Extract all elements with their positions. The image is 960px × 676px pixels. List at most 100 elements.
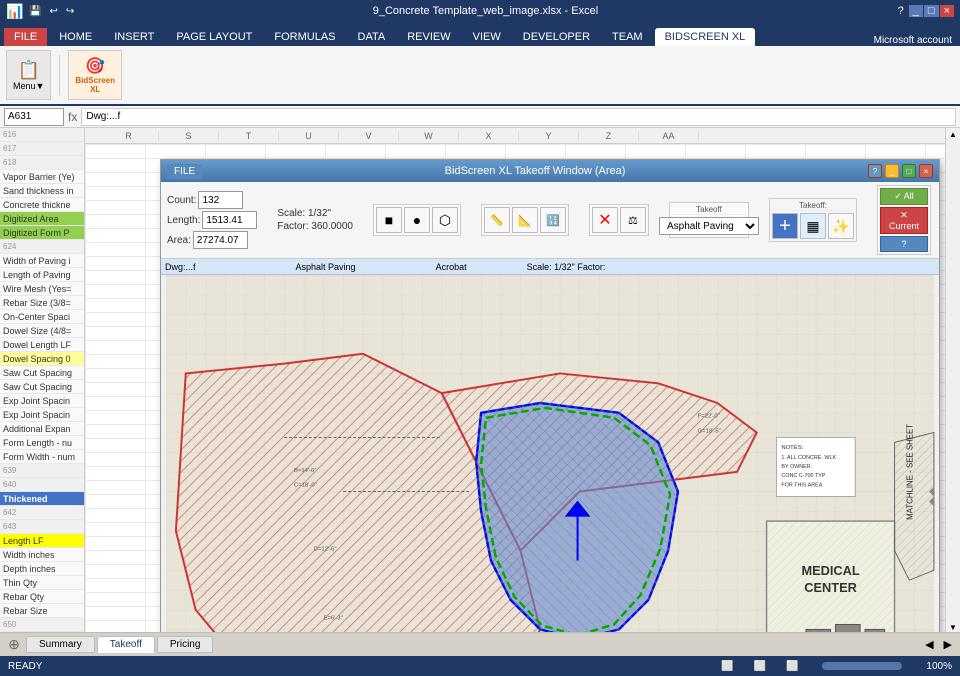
scale-set-btn[interactable]: ⚖: [620, 207, 646, 233]
tab-team[interactable]: TEAM: [602, 28, 653, 46]
view-layout-btn[interactable]: ⬜: [754, 661, 766, 672]
tab-summary[interactable]: Summary: [26, 636, 95, 653]
bs-title-text: BidScreen XL Takeoff Window (Area): [445, 165, 626, 177]
svg-text:MATCHLINE - SEE SHEET: MATCHLINE - SEE SHEET: [905, 424, 914, 520]
area-label: Area:: [167, 235, 191, 246]
right-scroll-panel[interactable]: ▲ ▼: [945, 128, 960, 632]
svg-text:CONC C-700 TYP: CONC C-700 TYP: [781, 473, 825, 479]
circle-icon-btn[interactable]: ●: [404, 207, 430, 233]
scale-tools: ✕ ⚖: [589, 204, 649, 236]
svg-text:FOR THIS AREA: FOR THIS AREA: [781, 483, 822, 489]
tab-bidscreen[interactable]: BIDSCREEN XL: [655, 28, 756, 46]
factor-info: Factor: 360.0000: [277, 221, 353, 232]
tab-pricing[interactable]: Pricing: [157, 636, 214, 653]
quick-access-undo[interactable]: ↩: [46, 6, 60, 17]
svg-text:MEDICAL: MEDICAL: [801, 563, 859, 578]
view-page-btn[interactable]: ⬜: [786, 661, 798, 672]
tab-home[interactable]: HOME: [49, 28, 102, 46]
zoom-pct: 100%: [926, 661, 952, 672]
manage-label: Menu▼: [13, 81, 44, 91]
length-label: Length:: [167, 215, 200, 226]
count-label: Count:: [167, 195, 196, 206]
tab-file[interactable]: FILE: [4, 28, 47, 46]
polygon-icon-btn[interactable]: ⬡: [432, 207, 458, 233]
scale-x-btn[interactable]: ✕: [592, 207, 618, 233]
close-button[interactable]: ×: [940, 5, 954, 17]
sheet-nav-left[interactable]: ◀: [921, 638, 937, 651]
scroll-down-btn[interactable]: ▼: [949, 623, 957, 632]
length-input[interactable]: [202, 211, 257, 229]
excel-toolbar: 📋 Menu▼ 🎯 BidScreen XL: [0, 46, 960, 106]
takeoff-help-btn[interactable]: ?: [880, 236, 928, 252]
svg-text:G=18'-5": G=18'-5": [698, 429, 721, 435]
tab-page-layout[interactable]: PAGE LAYOUT: [166, 28, 262, 46]
blueprint-svg: MEDICAL CENTER SIDE SHEET C-501 MAT: [161, 275, 939, 632]
account-label: Microsoft account: [866, 35, 960, 46]
svg-text:1. ALL CONCRE. WLK: 1. ALL CONCRE. WLK: [781, 455, 836, 461]
svg-text:C=18'-0": C=18'-0": [294, 483, 317, 489]
takeoff-actions: Takeoff: + ▦ ✨: [769, 198, 857, 242]
name-box[interactable]: A631: [4, 108, 64, 126]
svg-text:F=22'-0": F=22'-0": [698, 414, 720, 420]
scale-factor-info: Scale: 1/32" Factor:: [527, 262, 606, 272]
bs-file-menu[interactable]: FILE: [167, 164, 202, 179]
tab-data[interactable]: DATA: [348, 28, 396, 46]
view-normal-btn[interactable]: ⬜: [721, 661, 733, 672]
formula-icon: fx: [68, 110, 77, 124]
material-dropdown[interactable]: Asphalt Paving: [659, 217, 759, 235]
takeoff-section-label: Takeoff:: [772, 201, 854, 211]
ready-status: READY: [8, 661, 42, 672]
maximize-button[interactable]: □: [924, 5, 939, 17]
takeoff-magic-btn[interactable]: ✨: [828, 213, 854, 239]
svg-text:CENTER: CENTER: [804, 580, 857, 595]
quick-access-save[interactable]: 💾: [26, 6, 44, 17]
bs-maximize-btn[interactable]: □: [902, 164, 916, 178]
sheet-nav-right[interactable]: ▶: [940, 638, 956, 651]
takeoff-add-btn[interactable]: +: [772, 213, 798, 239]
help-button[interactable]: ?: [894, 5, 908, 17]
tab-developer[interactable]: DEVELOPER: [513, 28, 600, 46]
tab-formulas[interactable]: FORMULAS: [264, 28, 345, 46]
ribbon-tabs: FILE HOME INSERT PAGE LAYOUT FORMULAS DA…: [0, 22, 960, 46]
count-input[interactable]: [198, 191, 243, 209]
square-icon-btn[interactable]: ■: [376, 207, 402, 233]
tab-takeoff[interactable]: Takeoff: [97, 636, 155, 653]
quick-access-redo[interactable]: ↪: [63, 6, 77, 17]
bs-help-btn[interactable]: ?: [868, 164, 882, 178]
tab-view[interactable]: VIEW: [463, 28, 511, 46]
bs-close-btn[interactable]: ×: [919, 164, 933, 178]
column-headers: R S T U V W X Y Z AA: [85, 128, 945, 144]
tab-insert[interactable]: INSERT: [104, 28, 164, 46]
bs-drawing-area[interactable]: MEDICAL CENTER SIDE SHEET C-501 MAT: [161, 275, 939, 632]
takeoff-label: Takeoff: [672, 205, 746, 215]
bs-titlebar: FILE BidScreen XL Takeoff Window (Area) …: [161, 160, 939, 182]
minimize-button[interactable]: _: [909, 5, 923, 17]
new-sheet-btn[interactable]: ⊕: [4, 636, 24, 653]
bs-minimize-btn[interactable]: _: [885, 164, 899, 178]
measure-btn2[interactable]: 📐: [512, 207, 538, 233]
measure-btn1[interactable]: 📏: [484, 207, 510, 233]
takeoff-current-btn[interactable]: ✕ Current: [880, 207, 928, 234]
title-bar: 📊 💾 ↩ ↪ 9_Concrete Template_web_image.xl…: [0, 0, 960, 22]
zoom-slider[interactable]: [822, 662, 902, 670]
bidscreen-menu-btn[interactable]: 📋 Menu▼: [6, 50, 51, 100]
bidscreen-window: FILE BidScreen XL Takeoff Window (Area) …: [160, 159, 940, 632]
bidscreen-xl-btn[interactable]: 🎯 BidScreen XL: [68, 50, 122, 100]
row-sidebar: 616 617 618 Vapor Barrier (Ye) Sand thic…: [0, 128, 85, 632]
shape-tools: ■ ● ⬡: [373, 204, 461, 236]
scale-info: Scale: 1/32": [277, 208, 353, 219]
scroll-up-btn[interactable]: ▲: [949, 130, 957, 139]
takeoff-section: Takeoff Asphalt Paving: [669, 202, 749, 238]
takeoff-all-btn[interactable]: ✓ All: [880, 188, 928, 205]
takeoff-filter: ✓ All ✕ Current ?: [877, 185, 931, 255]
svg-text:NOTES:: NOTES:: [781, 445, 803, 451]
takeoff-area-btn[interactable]: ▦: [800, 213, 826, 239]
svg-text:B=14'-6": B=14'-6": [294, 468, 316, 474]
formula-bar[interactable]: Dwg:...f: [81, 108, 956, 126]
sheet-tabs: ⊕ Summary Takeoff Pricing ◀ ▶: [0, 632, 960, 656]
area-input[interactable]: [193, 231, 248, 249]
acrobat-info: Acrobat: [436, 262, 467, 272]
drawing-info: Dwg:...f: [165, 262, 196, 272]
measure-btn3[interactable]: 🔢: [540, 207, 566, 233]
tab-review[interactable]: REVIEW: [397, 28, 460, 46]
